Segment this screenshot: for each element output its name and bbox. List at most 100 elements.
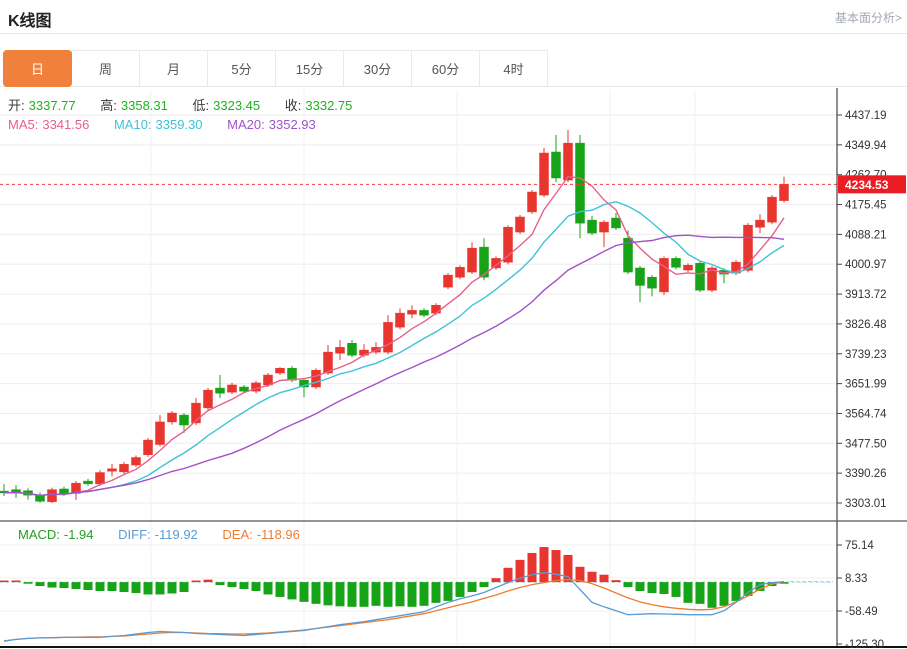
candle-body [648,277,657,288]
macd-bar [696,582,705,604]
macd-bar [684,582,693,603]
candle-body [48,490,57,502]
price-axis-label: 3477.50 [845,438,887,450]
tab-day[interactable]: 日 [3,50,72,87]
candle-body [600,222,609,232]
macd-bar [252,582,261,591]
dea-value: -118.96 [257,527,300,542]
macd-bar [648,582,657,593]
candle-body [240,387,249,391]
candle-body [132,458,141,466]
current-price-tag-value: 4234.53 [845,178,889,192]
macd-bar [348,582,357,607]
candle-body [516,217,525,232]
macd-bar [384,582,393,607]
candle-body [84,481,93,484]
candle-body [276,368,285,373]
macd-bar [48,582,57,587]
macd-bar [720,582,729,606]
macd-bar [552,550,561,582]
price-axis-label: 3390.26 [845,468,887,480]
candle-body [336,347,345,353]
macd-bar [180,582,189,592]
candle-body [180,415,189,425]
candle-body [768,197,777,222]
candle-body [564,143,573,180]
macd-axis-label: -125.30 [845,639,884,649]
ma5-value: 3341.56 [42,117,89,132]
candle-body [696,263,705,290]
macd-bar [396,582,405,606]
candle-body [588,220,597,233]
macd-bar [336,582,345,606]
ma20-value: 3352.93 [269,117,316,132]
candle-body [612,218,621,228]
macd-bar [408,582,417,607]
macd-bar [360,582,369,607]
macd-bar [108,582,117,591]
low-value: 3323.45 [213,98,260,113]
macd-bar [612,580,621,582]
candle-body [144,440,153,455]
candle-body [168,413,177,422]
macd-bar [636,582,645,591]
candle-body [528,192,537,212]
candle-body [228,385,237,392]
macd-bar [132,582,141,593]
candle-body [672,258,681,267]
open-label: 开: [8,98,25,113]
macd-bar [660,582,669,594]
candle-body [420,310,429,315]
macd-bar [276,582,285,597]
macd-bar [504,568,513,582]
ma10-line [4,202,784,496]
high-value: 3358.31 [121,98,168,113]
macd-bar [540,547,549,582]
candle-body [504,227,513,262]
macd-bar [216,582,225,585]
candle-body [156,422,165,445]
macd-bar [312,582,321,604]
price-axis-label: 3913.72 [845,289,887,301]
candle-body [384,322,393,352]
macd-bar [456,582,465,597]
diff-label: DIFF: [118,527,151,542]
candle-body [444,275,453,287]
macd-bar [60,582,69,588]
macd-bar [288,582,297,599]
macd-axis-label: 8.33 [845,573,867,585]
macd-bar [708,582,717,608]
candle-body [684,265,693,270]
candle-body [540,153,549,195]
macd-bar [480,582,489,587]
macd-bar [24,582,33,584]
macd-bar [300,582,309,602]
ma20-label: MA20: [227,117,265,132]
macd-bar [204,580,213,582]
macd-bar [264,582,273,594]
ma5-label: MA5: [8,117,38,132]
candle-body [348,343,357,355]
candle-body [60,489,69,494]
macd-bar [240,582,249,589]
candle-body [120,464,129,472]
close-label: 收: [285,98,302,113]
macd-bar [432,582,441,603]
price-axis-label: 4349.94 [845,140,887,152]
macd-bar [528,553,537,582]
price-axis-label: 4437.19 [845,110,887,122]
candle-body [552,152,561,178]
price-axis-label: 3303.01 [845,498,887,510]
macd-bar [492,578,501,582]
candle-body [312,370,321,387]
ma10-label: MA10: [114,117,152,132]
candle-body [408,310,417,314]
candle-body [432,305,441,313]
macd-bar [564,555,573,582]
macd-bar [372,582,381,606]
price-axis-label: 4000.97 [845,259,887,271]
macd-bar [324,582,333,605]
candle-body [456,267,465,277]
candle-body [204,390,213,408]
macd-bar [0,581,9,583]
